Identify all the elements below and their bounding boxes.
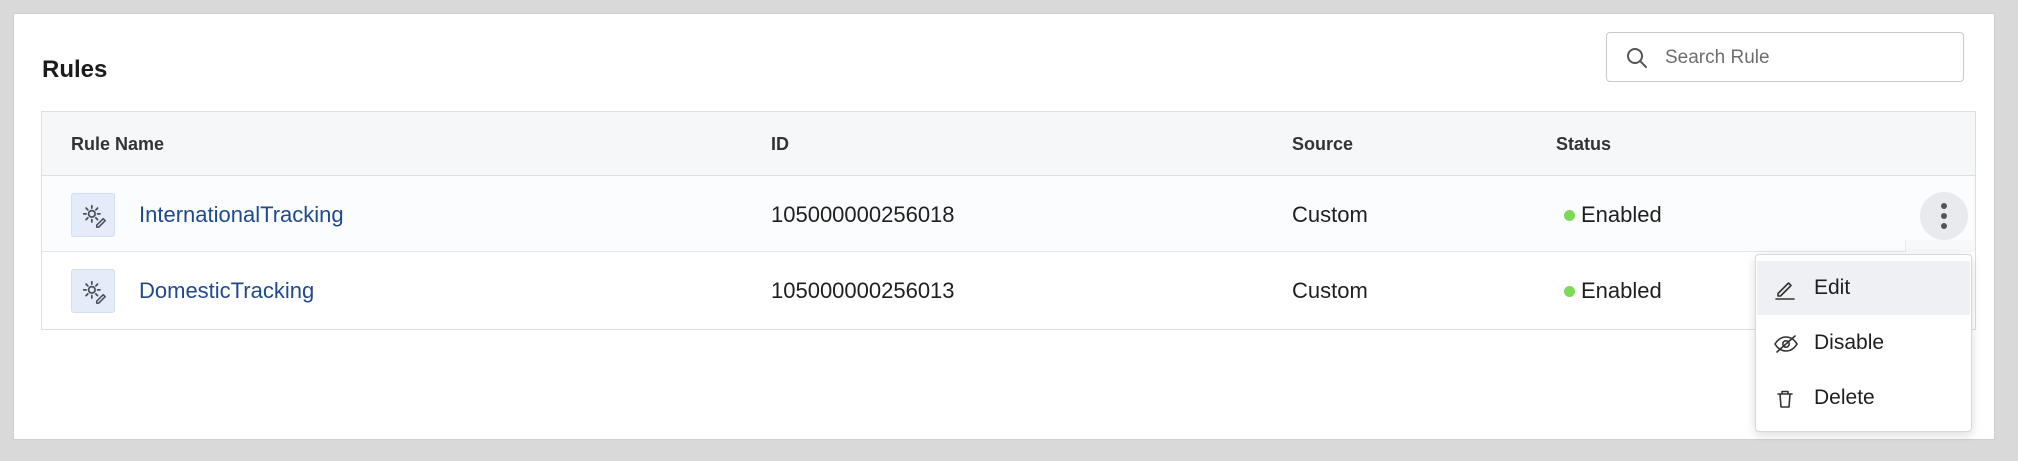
rule-source: Custom (1292, 202, 1368, 227)
kebab-dot (1941, 223, 1947, 229)
column-header-rule-name: Rule Name (71, 134, 165, 154)
column-header-status: Status (1556, 134, 1612, 154)
rules-table: Rule Name ID Source Status International… (41, 111, 1976, 330)
rule-gear-icon (71, 269, 115, 313)
row-actions-menu: Edit Disable Delete (1755, 254, 1972, 432)
trash-icon (1777, 390, 1793, 408)
menu-item-edit[interactable]: Edit (1757, 261, 1970, 315)
search-box[interactable] (1606, 32, 1964, 82)
more-actions-button[interactable] (1920, 192, 1968, 240)
table-row[interactable]: DomesticTracking 105000000256013 Custom … (42, 252, 1975, 328)
kebab-dot (1941, 203, 1947, 209)
table-header: Rule Name ID Source Status (42, 112, 1975, 176)
status-dot-icon (1564, 210, 1575, 221)
menu-item-label: Disable (1814, 331, 1885, 354)
menu-item-label: Edit (1814, 276, 1851, 299)
menu-item-delete[interactable]: Delete (1757, 371, 1970, 425)
table-row[interactable]: InternationalTracking 105000000256018 Cu… (42, 176, 1975, 316)
eye-off-icon (1774, 335, 1798, 353)
rule-id: 105000000256013 (771, 278, 955, 303)
page-title: Rules (42, 56, 108, 83)
rule-status: Enabled (1581, 278, 1662, 303)
rule-status: Enabled (1581, 202, 1662, 227)
rule-source: Custom (1292, 278, 1368, 303)
column-header-source: Source (1292, 134, 1354, 154)
kebab-dot (1941, 213, 1947, 219)
column-header-id: ID (771, 134, 789, 154)
rules-panel: Rules Rule Name ID Source Status Interna… (13, 13, 1995, 440)
pencil-icon (1775, 282, 1795, 300)
menu-item-disable[interactable]: Disable (1757, 316, 1970, 370)
rule-gear-icon (71, 193, 115, 237)
status-dot-icon (1564, 286, 1575, 297)
rule-name-link[interactable]: DomesticTracking (139, 278, 314, 304)
rule-id: 105000000256018 (771, 202, 955, 227)
rule-name-link[interactable]: InternationalTracking (139, 202, 344, 228)
search-input[interactable] (1663, 41, 1957, 75)
menu-item-label: Delete (1814, 386, 1875, 409)
search-icon (1627, 48, 1647, 68)
